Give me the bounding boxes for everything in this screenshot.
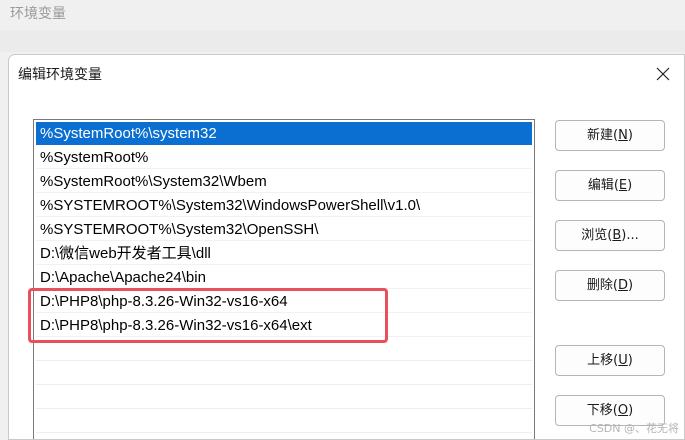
edit-env-variable-dialog: 编辑环境变量 %SystemRoot%\system32 %SystemRoot… bbox=[8, 54, 685, 440]
browse-button-suffix: )... bbox=[621, 228, 639, 243]
new-button-shortcut: N bbox=[618, 128, 628, 143]
move-up-button-shortcut: U bbox=[618, 353, 628, 368]
dialog-title: 编辑环境变量 bbox=[18, 67, 102, 83]
path-list-item[interactable]: D:\Apache\Apache24\bin bbox=[36, 266, 532, 289]
new-button-suffix: ) bbox=[627, 128, 633, 143]
empty-list-row[interactable] bbox=[36, 386, 532, 409]
edit-button-label: 编辑( bbox=[587, 178, 619, 193]
edit-button-suffix: ) bbox=[627, 178, 633, 193]
path-list-item-php[interactable]: D:\PHP8\php-8.3.26-Win32-vs16-x64 bbox=[36, 290, 532, 313]
dialog-title-bar: 编辑环境变量 bbox=[9, 55, 684, 93]
move-down-button-label: 下移( bbox=[586, 403, 618, 418]
edit-button-shortcut: E bbox=[618, 178, 628, 193]
path-list-item[interactable]: %SystemRoot% bbox=[36, 146, 532, 169]
path-list-item[interactable]: D:\微信web开发者工具\dll bbox=[36, 242, 532, 265]
browse-button-shortcut: B bbox=[612, 228, 622, 243]
close-button[interactable] bbox=[650, 62, 676, 86]
new-button-label: 新建( bbox=[587, 128, 619, 143]
delete-button-suffix: ) bbox=[628, 278, 634, 293]
move-up-button[interactable]: 上移(U) bbox=[555, 345, 665, 376]
path-list-item[interactable]: %SystemRoot%\System32\Wbem bbox=[36, 170, 532, 193]
empty-list-row[interactable] bbox=[36, 410, 532, 433]
browse-button-label: 浏览( bbox=[581, 228, 613, 243]
move-up-button-label: 上移( bbox=[587, 353, 619, 368]
background-window-title: 环境变量 bbox=[10, 6, 66, 22]
delete-button[interactable]: 删除(D) bbox=[555, 270, 665, 301]
edit-button[interactable]: 编辑(E) bbox=[555, 170, 665, 201]
delete-button-shortcut: D bbox=[617, 278, 628, 293]
watermark: CSDN @、花无将 bbox=[589, 422, 679, 435]
background-window-strip bbox=[0, 30, 685, 52]
browse-button[interactable]: 浏览(B)... bbox=[555, 220, 665, 251]
move-down-button-suffix: ) bbox=[628, 403, 634, 418]
path-list[interactable]: %SystemRoot%\system32 %SystemRoot% %Syst… bbox=[33, 119, 535, 439]
path-list-item[interactable]: %SYSTEMROOT%\System32\WindowsPowerShell\… bbox=[36, 194, 532, 217]
path-list-item-php-ext[interactable]: D:\PHP8\php-8.3.26-Win32-vs16-x64\ext bbox=[36, 314, 532, 337]
close-icon bbox=[656, 67, 670, 81]
path-list-item[interactable]: %SYSTEMROOT%\System32\OpenSSH\ bbox=[36, 218, 532, 241]
move-up-button-suffix: ) bbox=[627, 353, 633, 368]
empty-list-row[interactable] bbox=[36, 338, 532, 361]
path-list-item[interactable]: %SystemRoot%\system32 bbox=[36, 122, 532, 145]
move-down-button-shortcut: O bbox=[617, 403, 629, 418]
delete-button-label: 删除( bbox=[586, 278, 618, 293]
new-button[interactable]: 新建(N) bbox=[555, 120, 665, 151]
empty-list-row[interactable] bbox=[36, 362, 532, 385]
